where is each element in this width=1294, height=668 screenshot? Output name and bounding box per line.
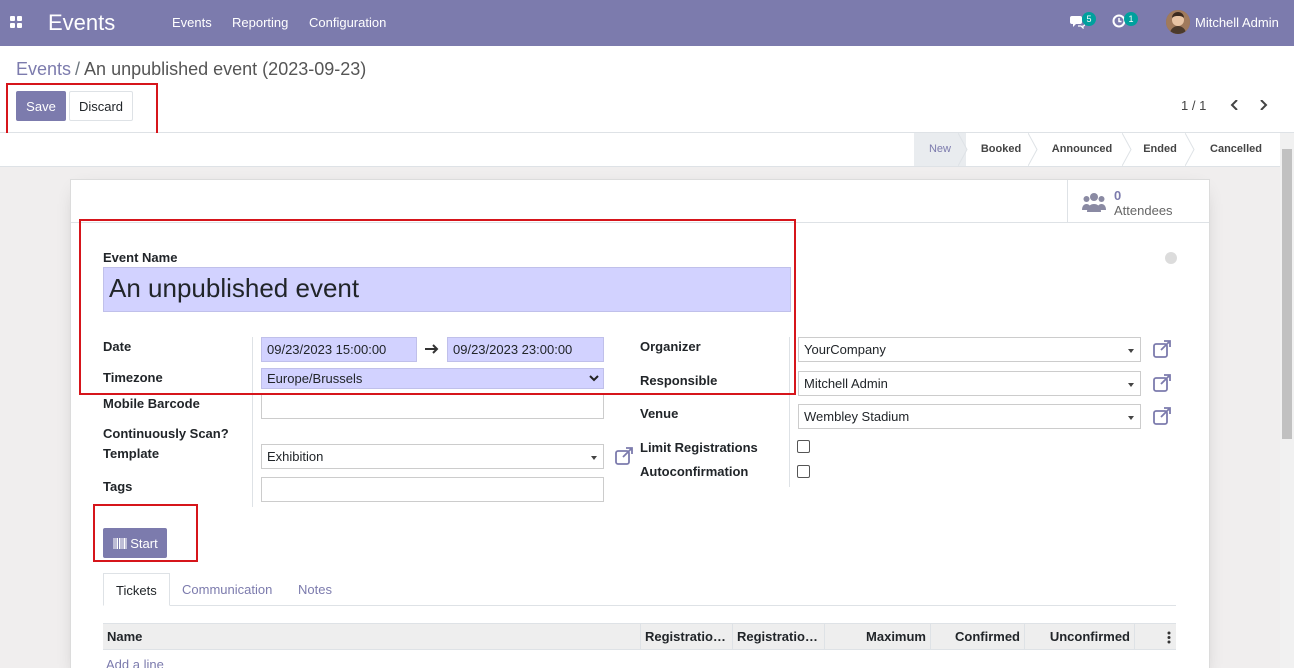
caret-down-icon xyxy=(591,456,597,460)
avatar[interactable] xyxy=(1166,10,1190,34)
responsible-select[interactable]: Mitchell Admin xyxy=(798,371,1141,396)
app-title: Events xyxy=(48,10,116,35)
external-link-icon[interactable] xyxy=(1153,407,1171,425)
apps-menu-icon[interactable] xyxy=(10,16,23,29)
breadcrumb-events-link[interactable]: Events xyxy=(16,59,71,79)
tickets-table-header: Name Registratio… Registratio… Maximum C… xyxy=(103,623,1176,650)
pager-value[interactable]: 1 / 1 xyxy=(1181,98,1206,113)
continuously-scan-label: Continuously Scan? xyxy=(103,426,229,441)
caret-down-icon xyxy=(1128,349,1134,353)
template-value: Exhibition xyxy=(267,449,324,464)
limit-registrations-label: Limit Registrations xyxy=(640,440,758,455)
menu-events[interactable]: Events xyxy=(172,15,212,30)
publish-status-indicator[interactable] xyxy=(1165,252,1177,264)
pager-previous-icon[interactable] xyxy=(1230,100,1240,110)
scrollbar[interactable] xyxy=(1280,133,1294,668)
statusbar: New Booked Announced Ended Cancelled xyxy=(0,133,1294,167)
highlight-box-event-details xyxy=(79,219,796,395)
column-header-maximum[interactable]: Maximum xyxy=(825,624,931,650)
tags-label: Tags xyxy=(103,479,133,494)
tab-communication[interactable]: Communication xyxy=(170,573,284,606)
menu-reporting[interactable]: Reporting xyxy=(232,15,288,30)
organizer-value: YourCompany xyxy=(804,342,886,357)
stage-separator xyxy=(1185,133,1195,166)
add-a-line-link[interactable]: Add a line xyxy=(106,657,164,668)
stage-separator xyxy=(958,133,968,166)
attendees-smart-button[interactable]: 0 Attendees xyxy=(1067,180,1209,223)
autoconfirmation-label: Autoconfirmation xyxy=(640,464,749,479)
caret-down-icon xyxy=(1128,416,1134,420)
external-link-icon[interactable] xyxy=(1153,340,1171,358)
highlight-box-start xyxy=(93,504,198,562)
stage-booked[interactable]: Booked xyxy=(966,133,1036,166)
column-header-unconfirmed[interactable]: Unconfirmed xyxy=(1025,624,1135,650)
attendees-count: 0 xyxy=(1114,188,1122,203)
menu-configuration[interactable]: Configuration xyxy=(309,15,386,30)
autoconfirmation-checkbox[interactable] xyxy=(797,465,810,478)
column-header-registration-start[interactable]: Registratio… xyxy=(641,624,733,650)
breadcrumb-separator: / xyxy=(75,59,81,79)
venue-value: Wembley Stadium xyxy=(804,409,910,424)
tags-input[interactable] xyxy=(261,477,604,502)
external-link-icon[interactable] xyxy=(615,447,633,465)
pager-next-icon[interactable] xyxy=(1258,100,1268,110)
tab-notes[interactable]: Notes xyxy=(286,573,344,606)
template-label: Template xyxy=(103,446,160,461)
scrollbar-thumb[interactable] xyxy=(1282,149,1292,439)
column-header-registration-end[interactable]: Registratio… xyxy=(733,624,825,650)
activities-count-badge: 1 xyxy=(1124,12,1138,26)
messages-count-badge: 5 xyxy=(1082,12,1096,26)
template-select[interactable]: Exhibition xyxy=(261,444,604,469)
highlight-box-actions xyxy=(6,83,158,136)
caret-down-icon xyxy=(1128,383,1134,387)
control-panel: Events / An unpublished event (2023-09-23)… xyxy=(0,46,1294,133)
mobile-barcode-label: Mobile Barcode xyxy=(103,396,200,411)
organizer-select[interactable]: YourCompany xyxy=(798,337,1141,362)
user-name[interactable]: Mitchell Admin xyxy=(1195,15,1279,30)
mobile-barcode-input[interactable] xyxy=(261,394,604,419)
column-options-icon[interactable] xyxy=(1167,631,1171,644)
limit-registrations-checkbox[interactable] xyxy=(797,440,810,453)
stage-ended[interactable]: Ended xyxy=(1128,133,1192,166)
stage-announced[interactable]: Announced xyxy=(1036,133,1128,166)
stage-separator xyxy=(1122,133,1132,166)
venue-select[interactable]: Wembley Stadium xyxy=(798,404,1141,429)
users-icon xyxy=(1082,193,1106,212)
attendees-label: Attendees xyxy=(1114,203,1173,218)
breadcrumb: Events / An unpublished event (2023-09-23) xyxy=(16,59,366,80)
tab-tickets[interactable]: Tickets xyxy=(103,573,170,606)
stage-separator xyxy=(1028,133,1038,166)
column-header-confirmed[interactable]: Confirmed xyxy=(931,624,1025,650)
stage-cancelled[interactable]: Cancelled xyxy=(1192,133,1280,166)
breadcrumb-current: An unpublished event (2023-09-23) xyxy=(84,59,367,79)
venue-label: Venue xyxy=(640,406,679,421)
responsible-value: Mitchell Admin xyxy=(804,376,888,391)
column-header-name[interactable]: Name xyxy=(103,624,641,650)
top-navbar: Events Events Reporting Configuration 5 … xyxy=(0,0,1294,46)
external-link-icon[interactable] xyxy=(1153,374,1171,392)
